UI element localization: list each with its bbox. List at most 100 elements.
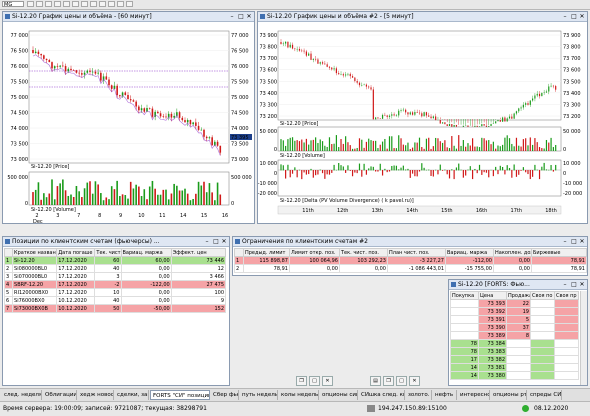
volume-bar	[100, 193, 102, 205]
close-icon[interactable]: ✕	[220, 238, 228, 245]
workspace-tab[interactable]: сделки, заявки	[115, 390, 149, 400]
toolbar-button[interactable]	[45, 1, 52, 7]
table-row[interactable]: 5RI120000BX017.12.2020100,00100	[5, 289, 226, 297]
table-cell: 0,00	[494, 257, 532, 265]
delta-bar	[313, 170, 314, 178]
price-volume-delta-chart[interactable]: 73 90073 90073 80073 80073 70073 70073 6…	[258, 12, 588, 224]
column-header[interactable]: Дата погаше	[57, 249, 95, 257]
minimize-icon[interactable]: –	[561, 281, 569, 288]
workspace-tab[interactable]: FORTS "СИ" позиции...	[150, 390, 210, 400]
table-row[interactable]: 2Si080000BL017.12.2020400,0012	[5, 265, 226, 273]
orderbook-cell	[531, 348, 555, 356]
volume-bar	[280, 139, 281, 151]
column-header[interactable]	[5, 249, 13, 257]
column-header[interactable]: Лимит откр. поз.	[290, 249, 340, 257]
table-row[interactable]: 3Si070000BL017.12.202030,003 466	[5, 273, 226, 281]
volume-bar	[165, 190, 167, 205]
maximize-icon[interactable]: □	[570, 238, 578, 245]
column-header[interactable]: Накоплен. доход	[494, 249, 532, 257]
restore-window-icon[interactable]: ❐	[383, 376, 394, 386]
column-header[interactable]: Краткое название	[13, 249, 57, 257]
orderbook-row[interactable]: 1773 382	[451, 356, 579, 364]
workspace-tab[interactable]: интересно	[458, 390, 490, 400]
candle-body	[465, 125, 466, 126]
orderbook-row[interactable]: 73 39219	[451, 308, 579, 316]
toolbar-button[interactable]	[72, 1, 79, 7]
close-icon[interactable]: ✕	[578, 238, 586, 245]
column-header[interactable]: Предыд. лимит	[244, 249, 290, 257]
orderbook-row[interactable]: 7873 384	[451, 340, 579, 348]
workspace-tab[interactable]: спреды СИ	[528, 390, 562, 400]
toolbar-button[interactable]	[126, 1, 133, 7]
table-row[interactable]: 278,910,000,00-1 086 443,01-15 755,000,0…	[235, 265, 587, 273]
candle-body	[78, 73, 80, 74]
restore-window-icon[interactable]: ❐	[296, 376, 307, 386]
table-row[interactable]: 1Si-12.2017.12.20206060,0073 446	[5, 257, 226, 265]
workspace-tab[interactable]: Сбер фью	[211, 390, 239, 400]
toolbar-button[interactable]	[54, 1, 61, 7]
maximize-window-icon[interactable]: □	[309, 376, 320, 386]
column-header[interactable]: Тек. чист. поз.	[340, 249, 388, 257]
price-volume-chart[interactable]: 77 00077 00076 50076 50076 00076 00075 5…	[3, 12, 255, 224]
column-header[interactable]: Цена	[479, 292, 507, 300]
workspace-tab[interactable]: СИшка след. квартал	[359, 390, 405, 400]
orderbook-scrollbar[interactable]	[580, 291, 588, 385]
close-window-icon[interactable]: ✕	[409, 376, 420, 386]
profile-select[interactable]: MG	[2, 1, 24, 7]
workspace-tab[interactable]: колы недельки	[279, 390, 319, 400]
chart-window-icon[interactable]: ▤	[370, 376, 381, 386]
column-header[interactable]: Биржевые	[532, 249, 587, 257]
column-header[interactable]	[235, 249, 244, 257]
maximize-window-icon[interactable]: □	[396, 376, 407, 386]
orderbook-row[interactable]: 1473 380	[451, 372, 579, 380]
column-header[interactable]: Покупка	[451, 292, 479, 300]
maximize-icon[interactable]: □	[570, 281, 578, 288]
workspace-tab[interactable]: путь недельки	[240, 390, 278, 400]
workspace-tab[interactable]: опционы сишка	[320, 390, 358, 400]
workspace-tab[interactable]: нефть	[433, 390, 457, 400]
orderbook-row[interactable]: 73 3915	[451, 316, 579, 324]
connection-icon	[367, 405, 375, 412]
toolbar-button[interactable]	[117, 1, 124, 7]
close-window-icon[interactable]: ✕	[322, 376, 333, 386]
column-header[interactable]: Вариац. маржа	[446, 249, 494, 257]
orderbook-row[interactable]: 73 39037	[451, 324, 579, 332]
table-row[interactable]: 4SBRF-12.2017.12.2020-2-122,0027 475	[5, 281, 226, 289]
workspace-tab[interactable]: опционы ртс	[491, 390, 527, 400]
column-header[interactable]: Вариац. маржа	[121, 249, 171, 257]
column-header[interactable]: Тек. чист.	[95, 249, 121, 257]
workspace-tab[interactable]: золото.	[406, 390, 432, 400]
workspace-tab[interactable]: Облигации	[43, 390, 77, 400]
table-row[interactable]: 1115 898,87100 064,96103 292,23-3 227,27…	[235, 257, 587, 265]
table-row[interactable]: 7Si73000BX0B10.12.202050-50,00152	[5, 305, 226, 313]
column-header[interactable]: План чист. поз.	[388, 249, 446, 257]
toolbar-button[interactable]	[36, 1, 43, 7]
delta-tick-label: -20 000	[258, 191, 277, 197]
close-icon[interactable]: ✕	[578, 281, 586, 288]
table-row[interactable]: 6Si76000BX010.12.2020400,009	[5, 297, 226, 305]
orderbook-cell	[451, 324, 479, 332]
minimize-icon[interactable]: –	[561, 238, 569, 245]
maximize-icon[interactable]: □	[212, 238, 220, 245]
toolbar-button[interactable]	[99, 1, 106, 7]
column-header[interactable]: Своя по	[531, 292, 555, 300]
workspace-tab[interactable]: хедж новости	[78, 390, 114, 400]
orderbook-row[interactable]: 7873 383	[451, 348, 579, 356]
minimize-icon[interactable]: –	[203, 238, 211, 245]
column-header[interactable]: Продажа	[507, 292, 531, 300]
toolbar-button[interactable]	[108, 1, 115, 7]
delta-bar	[555, 165, 556, 170]
orderbook-row[interactable]: 73 39322	[451, 300, 579, 308]
volume-bar	[294, 141, 295, 151]
toolbar-button[interactable]	[27, 1, 34, 7]
toolbar-button[interactable]	[81, 1, 88, 7]
table-cell: 0,00	[121, 289, 171, 297]
toolbar-button[interactable]	[90, 1, 97, 7]
orderbook-row[interactable]: 1473 381	[451, 364, 579, 372]
toolbar-button[interactable]	[63, 1, 70, 7]
orderbook-cell	[555, 340, 579, 348]
workspace-tab[interactable]: след. неделя.	[2, 390, 42, 400]
column-header[interactable]: Эффект. цен	[171, 249, 225, 257]
orderbook-row[interactable]: 73 3898	[451, 332, 579, 340]
column-header[interactable]: Своя пр	[555, 292, 579, 300]
